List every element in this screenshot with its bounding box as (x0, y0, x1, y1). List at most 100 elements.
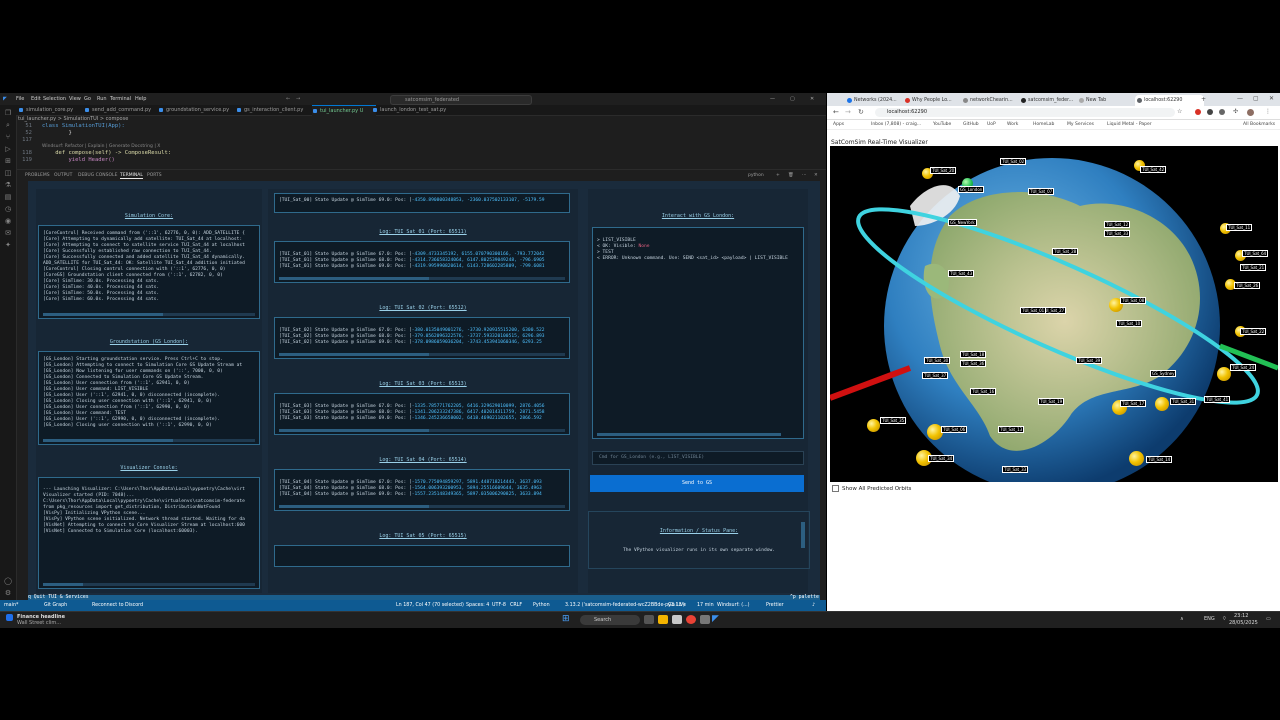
chrome-tab-networks[interactable]: Networks (2024... (845, 95, 906, 106)
groundstation-log[interactable]: [GS_London] Starting groundstation servi… (38, 351, 260, 445)
source-control-icon[interactable]: ⑂ (4, 133, 12, 141)
branch-status[interactable]: main* (4, 603, 18, 608)
notification-icon[interactable]: ▭ (1266, 616, 1271, 622)
app-icon[interactable] (672, 615, 682, 624)
testing-icon[interactable]: ⚗ (4, 181, 12, 189)
bookmark-my-services[interactable]: My Services (1067, 122, 1094, 127)
tab-groundstation-service[interactable]: groundstation_service.py (158, 105, 242, 115)
horizontal-scrollbar[interactable] (597, 433, 781, 436)
time-status[interactable]: 17 min (697, 603, 714, 608)
search-icon[interactable]: ⌕ (4, 121, 12, 129)
chrome-taskbar-icon[interactable] (686, 615, 696, 624)
tray-chevron-icon[interactable]: ∧ (1180, 616, 1184, 622)
horizontal-scrollbar[interactable] (279, 277, 565, 280)
minimize-icon[interactable]: — (1237, 95, 1243, 102)
forward-icon[interactable]: → (845, 108, 851, 116)
bell-icon[interactable]: ♪ (812, 603, 815, 608)
minimize-icon[interactable]: — (770, 96, 775, 102)
close-icon[interactable]: ✕ (1269, 95, 1274, 102)
bookmark-liquid-metal[interactable]: Liquid Metal - Paper (1107, 122, 1152, 127)
menu-view[interactable]: View (69, 96, 81, 102)
maximize-icon[interactable]: ▢ (1253, 95, 1259, 102)
bookmark-work[interactable]: Work (1007, 122, 1018, 127)
sat-00-log[interactable]: [TUI_Sat_00] State Update @ SimTime 69.0… (274, 193, 570, 213)
extensions-puzzle-icon[interactable]: ✣ (1233, 108, 1238, 115)
checkbox-box[interactable] (832, 485, 839, 492)
eol-status[interactable]: CRLF (510, 603, 522, 608)
language-indicator[interactable]: ENG (1204, 616, 1215, 622)
horizontal-scrollbar[interactable] (43, 439, 255, 442)
taskbar-search[interactable]: Search (580, 615, 640, 625)
sat-05-log[interactable] (274, 545, 570, 567)
menu-run[interactable]: Run (97, 96, 107, 102)
tab-tui-launcher[interactable]: tui_launcher.py U (312, 105, 376, 116)
menu-edit[interactable]: Edit (31, 96, 41, 102)
chrome-tab-network-cheatsheet[interactable]: networkChearin... (961, 95, 1022, 106)
bookmark-inbox[interactable]: Inbox (7,808) - craig... (871, 122, 921, 127)
chrome-tab-localhost[interactable]: localhost:62290 (1135, 95, 1204, 106)
code-editor[interactable]: 51 class SimulationTUI(App): 52 } 117 Wi… (16, 123, 826, 168)
more-icon[interactable]: ⋯ (802, 173, 807, 178)
panel-close-icon[interactable]: ✕ (814, 173, 818, 178)
indent-status[interactable]: Spaces: 4 (466, 603, 489, 608)
go-live-status[interactable]: Go Live (668, 603, 686, 608)
news-widget-subtitle[interactable]: Wall Street clim... (17, 620, 61, 626)
horizontal-scrollbar[interactable] (43, 313, 255, 316)
panel-tab-output[interactable]: OUTPUT (54, 173, 72, 178)
vpython-canvas[interactable]: TUI_Sat_20 TUI_Sat_02 TUI_Sat_42 GS_Lond… (830, 146, 1278, 482)
extension-icon[interactable] (1195, 109, 1201, 115)
breadcrumb[interactable]: tui_launcher.py > SimulationTUI > compos… (18, 116, 128, 122)
discord-status[interactable]: Reconnect to Discord (92, 603, 143, 608)
extensions-icon[interactable]: ⊞ (4, 157, 12, 165)
menu-selection[interactable]: Selection (43, 96, 66, 102)
panel-tab-ports[interactable]: PORTS (147, 173, 162, 178)
docker-icon[interactable]: ▤ (4, 193, 12, 201)
horizontal-scrollbar[interactable] (279, 429, 565, 432)
sat-02-log[interactable]: [TUI_Sat_02] State Update @ SimTime 67.0… (274, 317, 570, 359)
chrome-menu-icon[interactable]: ⋮ (1265, 108, 1271, 115)
chat-icon[interactable]: ✉ (4, 229, 12, 237)
visualizer-log[interactable]: --- Launching Visualizer: C:\Users\Thor\… (38, 477, 260, 589)
vscode-taskbar-icon[interactable]: ◤ (712, 614, 719, 624)
timeline-icon[interactable]: ◷ (4, 205, 12, 213)
nav-forward-icon[interactable]: → (296, 96, 300, 102)
explorer-icon[interactable]: ❐ (4, 109, 12, 117)
account-icon[interactable]: ◯ (4, 577, 12, 585)
sat-01-log[interactable]: [TUI_Sat_01] State Update @ SimTime 67.0… (274, 241, 570, 283)
settings-gear-icon[interactable]: ⚙ (4, 589, 12, 597)
satellite-logs-column[interactable]: [TUI_Sat_00] State Update @ SimTime 69.0… (268, 189, 578, 593)
sat-03-log[interactable]: [TUI_Sat_03] State Update @ SimTime 67.0… (274, 393, 570, 435)
tab-simulation-core[interactable]: simulation_core.py (18, 105, 90, 115)
extension-icon[interactable] (1207, 109, 1213, 115)
nav-back-icon[interactable]: ← (286, 96, 290, 102)
terminal-profile[interactable]: python (748, 173, 764, 178)
extension-icon[interactable] (1219, 109, 1225, 115)
bookmark-uop[interactable]: UoP (987, 122, 996, 127)
menu-file[interactable]: File (16, 96, 24, 102)
chrome-tab-satcomsim[interactable]: satcomsim_feder... (1019, 95, 1080, 106)
menu-terminal[interactable]: Terminal (110, 96, 131, 102)
task-view-icon[interactable] (644, 615, 654, 624)
sat-04-log[interactable]: [TUI_Sat_04] State Update @ SimTime 67.0… (274, 469, 570, 511)
panel-tab-problems[interactable]: PROBLEMS (25, 173, 50, 178)
command-center-search[interactable]: satcomsim_federated (390, 95, 532, 105)
bookmark-star-icon[interactable]: ☆ (1177, 108, 1182, 115)
clock-time[interactable]: 23:12 (1234, 613, 1248, 619)
codelens-hint[interactable]: Windsurf: Refactor | Explain | Generate … (42, 144, 160, 149)
terminal-tui[interactable]: Simulation Core: [CoreControl] Received … (28, 181, 820, 599)
trash-icon[interactable]: 🗑 (788, 173, 794, 178)
menu-help[interactable]: Help (135, 96, 146, 102)
git-graph-status[interactable]: Git Graph (44, 603, 67, 608)
clock-date[interactable]: 28/05/2025 (1229, 620, 1258, 626)
close-icon[interactable]: ✕ (810, 96, 814, 102)
file-explorer-icon[interactable] (658, 615, 668, 624)
bookmark-homelab[interactable]: HomeLab (1033, 122, 1054, 127)
gs-command-input[interactable]: Cmd for GS_London (e.g., LIST_VISIBLE) (592, 451, 804, 465)
encoding-status[interactable]: UTF-8 (492, 603, 506, 608)
panel-tab-debug-console[interactable]: DEBUG CONSOLE (78, 173, 117, 178)
cursor-position-status[interactable]: Ln 187, Col 47 (70 selected) (396, 603, 464, 608)
show-orbits-checkbox[interactable]: Show All Predicted Orbits (832, 485, 911, 492)
wifi-icon[interactable]: ⌔ (1222, 616, 1227, 622)
interact-log[interactable]: > LIST_VISIBLE < OK: Visible: None > TES… (592, 227, 804, 439)
bookmark-github[interactable]: GitHub (963, 122, 979, 127)
